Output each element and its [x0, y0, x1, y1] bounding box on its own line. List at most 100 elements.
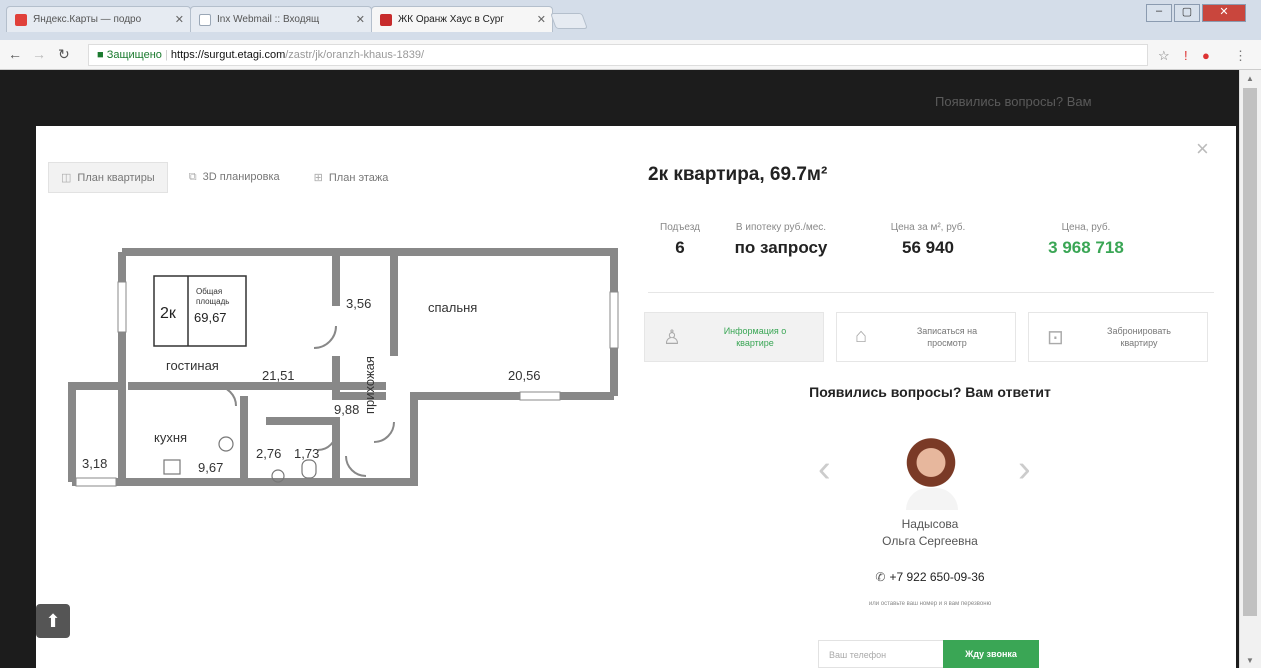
tab-label: План квартиры	[77, 172, 155, 184]
phone-input[interactable]: Ваш телефон	[818, 640, 944, 668]
stat-value: 56 940	[902, 238, 954, 257]
stat-value: по запросу	[734, 238, 828, 257]
tab-schedule-viewing[interactable]: ⌂ Записаться на просмотр	[836, 312, 1016, 362]
tab-apartment-plan[interactable]: ◫ План квартиры	[48, 162, 168, 193]
plan-tabs: ◫ План квартиры ⧉ 3D планировка ⊞ План этаж…	[48, 162, 401, 193]
room-label: кухня	[154, 430, 187, 445]
new-tab-button[interactable]	[550, 13, 588, 29]
minimize-button[interactable]: –	[1146, 4, 1172, 22]
apartment-title: 2к квартира, 69.7м²	[648, 164, 828, 185]
next-arrow-icon[interactable]: ›	[1018, 448, 1031, 491]
tab-floor-plan[interactable]: ⊞ План этажа	[301, 162, 402, 193]
window-close-button[interactable]: ✕	[1202, 4, 1246, 22]
stat-label: В ипотеку руб./мес.	[735, 222, 827, 233]
maximize-button[interactable]: ▢	[1174, 4, 1200, 22]
browser-tab-active[interactable]: ЖК Оранж Хаус в Сург ✕	[371, 6, 553, 32]
tab-apartment-info[interactable]: ♙ Информация о квартире	[644, 312, 824, 362]
star-icon[interactable]: ☆	[1158, 48, 1170, 64]
rooms-count: 2к	[160, 305, 177, 322]
extension-red-icon[interactable]: ●	[1202, 48, 1210, 63]
price-value: 3 968 718	[1048, 238, 1124, 257]
tab-title: ЖК Оранж Хаус в Сург	[398, 14, 504, 25]
action-label: Записаться на просмотр	[916, 326, 978, 348]
stove-icon	[163, 459, 181, 475]
room-label: спальня	[428, 300, 477, 315]
page-icon	[199, 14, 211, 26]
secure-label: Защищено	[106, 49, 162, 61]
stat-label: Цена, руб.	[1061, 222, 1111, 233]
room-label: прихожая	[362, 356, 377, 414]
callback-note: или оставьте ваш номер и я вам перезвоню	[868, 601, 992, 607]
tab-3d-plan[interactable]: ⧉ 3D планировка	[176, 162, 293, 193]
scroll-top-button[interactable]: ⬆	[36, 604, 70, 638]
stat-price-per-m2: Цена за м², руб. 56 940	[868, 222, 988, 258]
divider	[648, 292, 1214, 293]
menu-icon[interactable]: ⋮	[1234, 48, 1247, 64]
scrollbar-thumb[interactable]	[1243, 88, 1257, 616]
agent-phone[interactable]: ✆ +7 922 650-09-36	[830, 570, 1030, 584]
back-icon[interactable]: ←	[8, 46, 22, 62]
url-path: /zastr/jk/oranzh-khaus-1839/	[285, 49, 425, 61]
contact-title: Появились вопросы? Вам ответит	[809, 384, 1051, 400]
total-label: площадь	[196, 297, 229, 306]
cube-icon: ⧉	[188, 171, 197, 183]
toilet-icon	[301, 459, 317, 479]
stat-price: Цена, руб. 3 968 718	[1026, 222, 1146, 258]
address-bar: ← → ↻ ■ Защищено | https://surgut.etagi.…	[0, 40, 1261, 70]
total-label: Общая	[196, 287, 222, 296]
lock-icon: ■	[97, 49, 104, 61]
url-input[interactable]: ■ Защищено | https://surgut.etagi.com/za…	[88, 44, 1148, 66]
callback-button[interactable]: Жду звонка	[943, 640, 1039, 668]
phone-icon: ✆	[875, 570, 886, 584]
tab-label: 3D планировка	[202, 171, 280, 183]
tab-reserve[interactable]: ⊡ Забронировать квартиру	[1028, 312, 1208, 362]
scroll-up-icon[interactable]: ▲	[1246, 74, 1254, 83]
close-tab-icon[interactable]: ✕	[356, 13, 365, 26]
tab-title: Яндекс.Карты — подро	[33, 14, 142, 25]
person-icon: ♙	[663, 327, 681, 349]
browser-tab[interactable]: Inx Webmail :: Входящ ✕	[190, 6, 372, 32]
room-area: 1,73	[294, 446, 319, 461]
stat-entrance: Подъезд 6	[650, 222, 710, 258]
building-icon: ⌂	[855, 325, 868, 347]
apartment-modal: × ◫ План квартиры ⧉ 3D планировка ⊞ План эт…	[36, 126, 1236, 668]
room-area: 3,56	[346, 296, 371, 311]
agent-firstname: Ольга Сергеевна	[882, 534, 978, 548]
total-area: 69,67	[194, 310, 227, 325]
scrollbar[interactable]: ▲ ▼	[1239, 70, 1261, 668]
browser-tab[interactable]: Яндекс.Карты — подро ✕	[6, 6, 191, 32]
room-area: 2,76	[256, 446, 281, 461]
background-heading: Появились вопросы? Вам	[935, 94, 1092, 109]
phone-number: +7 922 650-09-36	[889, 570, 985, 584]
plan-icon: ◫	[61, 172, 72, 184]
reload-icon[interactable]: ↻	[58, 46, 70, 63]
prev-arrow-icon[interactable]: ‹	[818, 448, 831, 491]
scroll-down-icon[interactable]: ▼	[1246, 656, 1254, 665]
map-pin-icon	[15, 14, 27, 26]
extension-icon[interactable]: !	[1184, 48, 1188, 63]
sink-icon	[218, 436, 234, 452]
close-tab-icon[interactable]: ✕	[175, 13, 184, 26]
tab-title: Inx Webmail :: Входящ	[217, 14, 320, 25]
close-icon[interactable]: ×	[1196, 136, 1209, 162]
agent-surname: Надысова	[901, 517, 959, 531]
room-area: 3,18	[82, 456, 107, 471]
stat-value: 6	[675, 238, 685, 257]
stat-label: Цена за м², руб.	[890, 222, 966, 233]
lock-icon: ⊡	[1047, 327, 1064, 349]
stat-mortgage: В ипотеку руб./мес. по запросу	[716, 222, 846, 258]
room-area: 21,51	[262, 368, 295, 383]
floor-plan: 2к Общая площадь 69,67 гостиная 21,51 сп…	[68, 248, 619, 487]
agent-name: Надысова Ольга Сергеевна	[830, 516, 1030, 550]
url-domain: https://surgut.etagi.com	[170, 49, 286, 61]
room-area: 9,88	[334, 402, 359, 417]
room-area: 9,67	[198, 460, 223, 475]
action-label: Информация о квартире	[723, 326, 787, 348]
room-area: 20,56	[508, 368, 541, 383]
site-logo-icon	[380, 14, 392, 26]
room-label: гостиная	[166, 358, 219, 373]
close-tab-icon[interactable]: ✕	[537, 13, 546, 26]
forward-icon[interactable]: →	[32, 46, 46, 62]
browser-tab-bar: Яндекс.Карты — подро ✕ Inx Webmail :: Вх…	[0, 0, 1261, 40]
stat-label: Подъезд	[660, 222, 700, 233]
